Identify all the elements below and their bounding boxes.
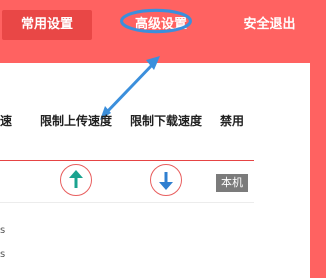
col-header-upload-limit: 限制上传速度 [40,114,113,128]
upload-limit-button[interactable] [60,164,92,196]
local-device-badge: 本机 [216,174,248,192]
col-header-speed: 速 [0,114,13,128]
row-unit: s [0,249,6,260]
pointer-arrow-icon [100,56,160,120]
col-header-disable: 禁用 [220,114,245,128]
arrow-up-icon [69,170,83,188]
col-header-download-limit: 限制下载速度 [130,114,203,128]
download-limit-button[interactable] [150,164,182,196]
arrow-down-icon [159,172,173,190]
row-unit: s [0,225,6,236]
